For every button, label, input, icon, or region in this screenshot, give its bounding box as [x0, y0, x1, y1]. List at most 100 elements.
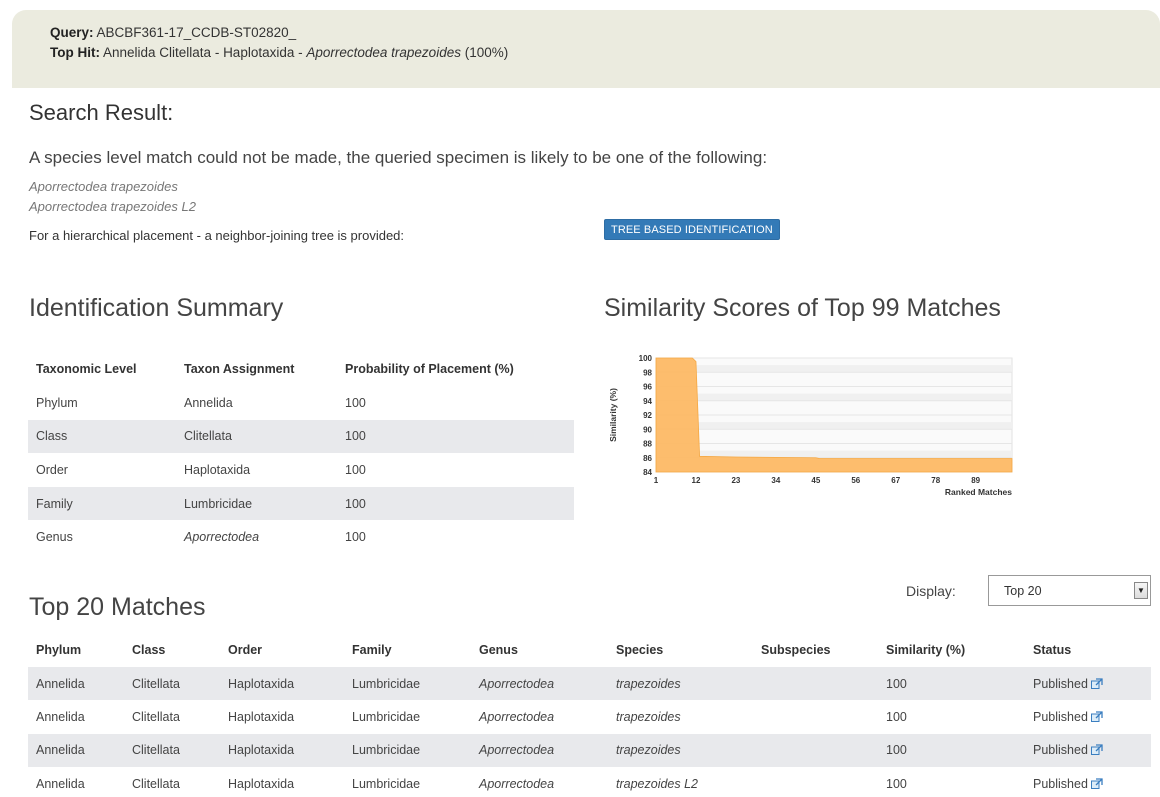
table-header-row: Taxonomic Level Taxon Assignment Probabi… — [28, 352, 574, 386]
phylum-cell: Annelida — [28, 667, 124, 701]
column-header: Taxonomic Level — [36, 362, 137, 376]
status-cell[interactable]: Published — [1025, 767, 1151, 797]
y-tick-label: 84 — [643, 468, 652, 477]
top-matches-heading: Top 20 Matches — [29, 593, 206, 621]
candidate-species-2: Aporrectodea trapezoides L2 — [29, 199, 196, 214]
external-link-icon[interactable] — [1090, 678, 1103, 689]
class-cell: Clitellata — [132, 776, 180, 791]
identification-summary-heading: Identification Summary — [29, 294, 284, 322]
taxonomic-level: Family — [28, 486, 176, 521]
phylum-cell: Annelida — [28, 733, 124, 768]
order-cell: Haplotaxida — [228, 710, 295, 725]
order-cell: Haplotaxida — [220, 667, 344, 701]
column-header: Probability of Placement (%) — [345, 362, 514, 376]
placement-probability: 100 — [345, 395, 366, 410]
y-tick-label: 98 — [643, 368, 652, 377]
y-tick-label: 90 — [643, 425, 652, 434]
table-row: Annelida Clitellata Haplotaxida Lumbricidae… — [28, 733, 1151, 768]
genus-cell: Aporrectodea — [471, 667, 608, 701]
similarity-chart: 84 86 88 90 92 94 96 98 100 1 12 23 34 45 56 67 78 89 Rank… — [604, 350, 1024, 510]
candidate-species-1: Aporrectodea trapezoides — [29, 179, 178, 194]
x-tick-label: 89 — [971, 476, 980, 485]
status-link[interactable]: Published — [1033, 677, 1088, 691]
x-tick-label: 67 — [891, 476, 900, 485]
external-link-icon[interactable] — [1090, 711, 1103, 723]
query-header: Query: ABCBF361-17_CCDB-ST02820_ Top Hit… — [12, 10, 1160, 88]
x-tick-label: 78 — [931, 476, 940, 485]
species-cell: trapezoides L2 — [616, 776, 699, 791]
order-cell: Haplotaxida — [220, 733, 344, 768]
placement-probability: 100 — [337, 486, 574, 521]
display-label: Display: — [906, 583, 956, 599]
status-cell[interactable]: Published — [1025, 700, 1151, 733]
placement-probability: 100 — [345, 462, 366, 477]
query-value: ABCBF361-17_CCDB-ST02820_ — [96, 25, 297, 40]
species-cell: trapezoides — [608, 733, 753, 768]
y-tick-label: 94 — [643, 397, 652, 406]
y-tick-label: 100 — [639, 354, 653, 363]
x-tick-label: 45 — [811, 476, 820, 485]
family-cell: Lumbricidae — [352, 710, 421, 725]
subspecies-cell — [753, 667, 878, 701]
external-link-icon[interactable] — [1090, 778, 1103, 789]
subspecies-cell — [753, 733, 878, 768]
taxonomic-level: Order — [36, 462, 68, 477]
taxon-assignment: Clitellata — [176, 419, 337, 454]
tophit-percent: (100%) — [460, 45, 509, 60]
y-tick-label: 92 — [643, 411, 652, 420]
taxon-assignment: Annelida — [184, 395, 233, 410]
top-matches-table: Phylum Class Order Family Genus Species … — [28, 633, 1151, 797]
column-header: Species — [616, 643, 664, 657]
taxon-assignment: Aporrectodea — [184, 530, 260, 545]
table-row: Genus Aporrectodea 100 — [28, 520, 574, 554]
grid-band — [656, 365, 1012, 373]
status-cell[interactable]: Published — [1025, 733, 1151, 768]
taxonomic-level: Phylum — [36, 395, 78, 410]
status-link[interactable]: Published — [1033, 710, 1088, 724]
status-cell[interactable]: Published — [1025, 667, 1151, 701]
chevron-down-icon[interactable]: ▼ — [1134, 582, 1148, 599]
table-row: Family Lumbricidae 100 — [28, 486, 574, 521]
x-tick-label: 1 — [654, 476, 659, 485]
column-header: Similarity (%) — [886, 643, 966, 657]
placement-probability: 100 — [337, 419, 574, 454]
display-select-value: Top 20 — [1004, 584, 1042, 598]
phylum-cell: Annelida — [36, 710, 85, 725]
genus-cell: Aporrectodea — [479, 710, 555, 725]
tophit-taxa: Annelida Clitellata - Haplotaxida - — [103, 45, 307, 60]
tree-identification-button[interactable]: TREE BASED IDENTIFICATION — [604, 219, 780, 240]
column-header: Phylum — [36, 643, 82, 657]
column-header: Order — [228, 643, 263, 657]
table-row: Phylum Annelida 100 — [28, 386, 574, 420]
search-result-heading: Search Result: — [29, 100, 174, 125]
order-cell: Haplotaxida — [228, 776, 295, 791]
column-header: Genus — [479, 643, 518, 657]
x-tick-label: 12 — [692, 476, 701, 485]
similarity-cell: 100 — [886, 776, 907, 791]
column-header: Family — [352, 643, 392, 657]
tree-note: For a hierarchical placement - a neighbo… — [29, 228, 405, 243]
similarity-heading: Similarity Scores of Top 99 Matches — [604, 294, 1001, 322]
external-link-icon[interactable] — [1090, 744, 1103, 756]
table-row: Order Haplotaxida 100 — [28, 453, 574, 487]
identification-summary-table: Taxonomic Level Taxon Assignment Probabi… — [28, 352, 574, 554]
class-cell: Clitellata — [124, 733, 220, 768]
column-header: Subspecies — [761, 643, 831, 657]
y-tick-label: 96 — [643, 383, 652, 392]
query-label: Query: — [50, 25, 94, 40]
search-result-message: A species level match could not be made,… — [29, 148, 768, 167]
column-header: Status — [1033, 643, 1072, 657]
table-row: Annelida Clitellata Haplotaxida Lumbricidae… — [28, 667, 1151, 701]
subspecies-cell — [753, 700, 878, 733]
grid-band — [656, 422, 1012, 430]
species-cell: trapezoides — [608, 667, 753, 701]
class-cell: Clitellata — [132, 710, 180, 725]
family-cell: Lumbricidae — [344, 733, 471, 768]
status-link[interactable]: Published — [1033, 777, 1088, 791]
similarity-cell: 100 — [878, 667, 1025, 701]
display-select[interactable]: Top 20 ▼ — [988, 575, 1151, 606]
tophit-line: Top Hit: Annelida Clitellata - Haplotaxi… — [50, 43, 1160, 63]
status-link[interactable]: Published — [1033, 743, 1088, 757]
grid-band — [656, 393, 1012, 401]
y-tick-label: 86 — [643, 454, 652, 463]
